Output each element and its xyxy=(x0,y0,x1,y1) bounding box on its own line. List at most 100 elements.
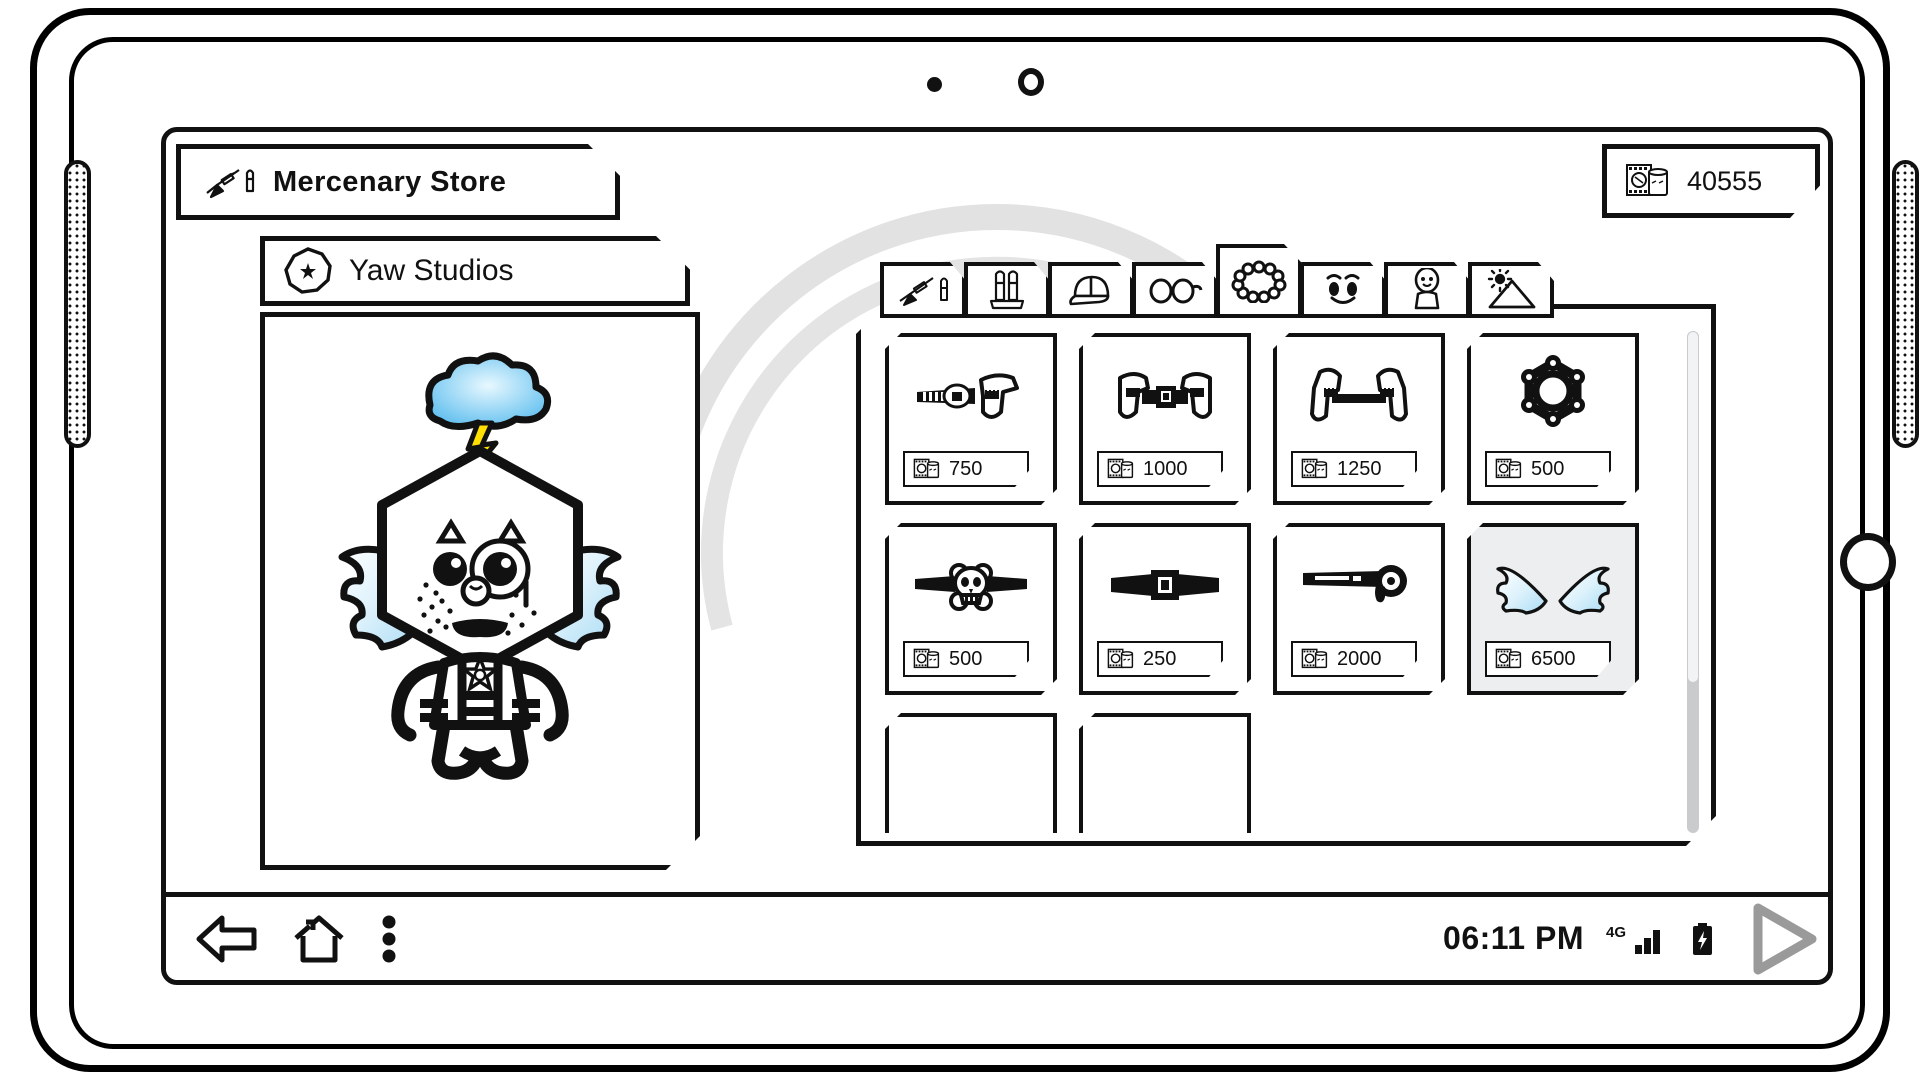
store-item-card[interactable]: 500 xyxy=(1467,333,1639,505)
store-items-viewport[interactable]: 750 1000 1250 500 500 250 2000 6500 xyxy=(885,333,1685,833)
play-triangle-icon[interactable] xyxy=(1744,902,1818,976)
network-type-label: 4G xyxy=(1605,923,1626,941)
tab-eyewear[interactable] xyxy=(1132,262,1218,318)
sheriff-star-badge-icon xyxy=(1511,355,1595,439)
mouth xyxy=(452,619,508,637)
item-visual xyxy=(1083,355,1247,439)
film-canister-icon xyxy=(1625,161,1671,201)
signal-bars-icon xyxy=(1635,929,1660,954)
item-visual xyxy=(1471,545,1635,629)
tab-weapons[interactable] xyxy=(880,262,966,318)
store-items-grid: 750 1000 1250 500 500 250 2000 6500 xyxy=(885,333,1685,833)
item-price: 500 xyxy=(949,647,983,670)
three-dot-menu-icon[interactable] xyxy=(380,912,398,966)
battery-charging-icon xyxy=(1693,922,1712,955)
studio-name-bar: Yaw Studios xyxy=(260,236,690,306)
page-title: Mercenary Store xyxy=(273,165,507,198)
utility-belt-icon xyxy=(1299,559,1419,615)
camera-ring-icon xyxy=(1018,68,1044,96)
film-canister-icon xyxy=(913,647,941,671)
speaker-grille-icon xyxy=(64,160,91,448)
rifle-bullet-icon xyxy=(203,165,255,199)
store-item-card[interactable]: 2000 xyxy=(1273,523,1445,695)
store-item-card[interactable]: 750 xyxy=(885,333,1057,505)
item-price-tag: 1250 xyxy=(1291,451,1417,487)
bullets-icon xyxy=(983,270,1031,310)
tab-accessories[interactable] xyxy=(1216,244,1302,318)
landscape-sun-icon xyxy=(1484,269,1538,311)
item-price-tag: 750 xyxy=(903,451,1029,487)
glasses-icon xyxy=(1147,275,1203,305)
angel-wings-icon xyxy=(1492,557,1614,617)
store-item-card[interactable]: 500 xyxy=(885,523,1057,695)
item-price: 1250 xyxy=(1337,457,1382,480)
store-item-card-selected[interactable]: 6500 xyxy=(1467,523,1639,695)
holster-belt-single-icon xyxy=(913,366,1029,428)
store-item-card[interactable] xyxy=(1079,713,1251,833)
item-visual xyxy=(1277,545,1441,629)
currency-badge[interactable]: 40555 xyxy=(1602,144,1820,218)
store-item-card[interactable]: 1250 xyxy=(1273,333,1445,505)
store-scrollbar[interactable] xyxy=(1687,331,1699,833)
film-canister-icon xyxy=(1495,647,1523,671)
item-price-tag: 500 xyxy=(903,641,1029,677)
holster-belt-dual-icon xyxy=(1104,366,1226,428)
item-price: 1000 xyxy=(1143,457,1188,480)
nav-left-group xyxy=(196,912,398,966)
item-price: 6500 xyxy=(1531,647,1576,670)
item-price: 2000 xyxy=(1337,647,1382,670)
plain-belt-icon xyxy=(1105,562,1225,612)
store-item-card[interactable] xyxy=(885,713,1057,833)
item-price: 750 xyxy=(949,457,983,480)
store-items-panel: 750 1000 1250 500 500 250 2000 6500 xyxy=(856,304,1716,846)
store-title-bar: Mercenary Store xyxy=(176,144,620,220)
studio-name-label: Yaw Studios xyxy=(349,254,514,287)
item-price-tag: 250 xyxy=(1097,641,1223,677)
cap-icon xyxy=(1065,271,1117,309)
film-canister-icon xyxy=(913,457,941,481)
film-canister-icon xyxy=(1495,457,1523,481)
item-visual xyxy=(889,355,1053,439)
sensor-dot-icon xyxy=(927,77,942,92)
store-item-card[interactable]: 1000 xyxy=(1079,333,1251,505)
item-price-tag: 500 xyxy=(1485,451,1611,487)
tab-ammo[interactable] xyxy=(964,262,1050,318)
item-price: 500 xyxy=(1531,457,1565,480)
status-group: 06:11 PM 4G xyxy=(1443,902,1828,976)
film-canister-icon xyxy=(1107,457,1135,481)
body-icon xyxy=(1407,268,1447,312)
character-preview-panel[interactable] xyxy=(260,312,700,870)
skull-belt-icon xyxy=(911,559,1031,615)
app-screen: Mercenary Store 40555 Yaw Studios 750 10… xyxy=(161,127,1833,985)
home-button-circle-icon[interactable] xyxy=(1840,533,1896,591)
currency-amount: 40555 xyxy=(1687,165,1763,196)
item-price-tag: 6500 xyxy=(1485,641,1611,677)
back-arrow-icon[interactable] xyxy=(196,912,258,966)
item-price: 250 xyxy=(1143,647,1177,670)
home-icon[interactable] xyxy=(292,912,346,966)
player-avatar xyxy=(320,343,640,783)
item-visual xyxy=(1471,355,1635,439)
bottom-navigation-bar: 06:11 PM 4G xyxy=(166,892,1828,980)
tablet-frame: Mercenary Store 40555 Yaw Studios 750 10… xyxy=(30,8,1919,1072)
nonagon-star-icon xyxy=(283,246,333,296)
holster-belt-cross-icon xyxy=(1298,364,1420,430)
legs xyxy=(438,725,522,773)
store-category-tabs[interactable] xyxy=(880,250,1552,318)
speaker-grille-icon xyxy=(1892,160,1919,448)
tab-face[interactable] xyxy=(1300,262,1386,318)
face-icon xyxy=(1319,270,1367,310)
tab-scenery[interactable] xyxy=(1468,262,1554,318)
item-price-tag: 2000 xyxy=(1291,641,1417,677)
tab-headwear[interactable] xyxy=(1048,262,1134,318)
film-canister-icon xyxy=(1107,647,1135,671)
item-visual xyxy=(1277,355,1441,439)
film-canister-icon xyxy=(1301,647,1329,671)
beads-necklace-icon xyxy=(1231,259,1287,303)
item-visual xyxy=(1083,545,1247,629)
tab-body[interactable] xyxy=(1384,262,1470,318)
store-item-card[interactable]: 250 xyxy=(1079,523,1251,695)
store-scrollbar-thumb[interactable] xyxy=(1687,331,1699,683)
rifle-bullet-icon xyxy=(895,273,951,307)
status-time: 06:11 PM xyxy=(1443,920,1584,956)
